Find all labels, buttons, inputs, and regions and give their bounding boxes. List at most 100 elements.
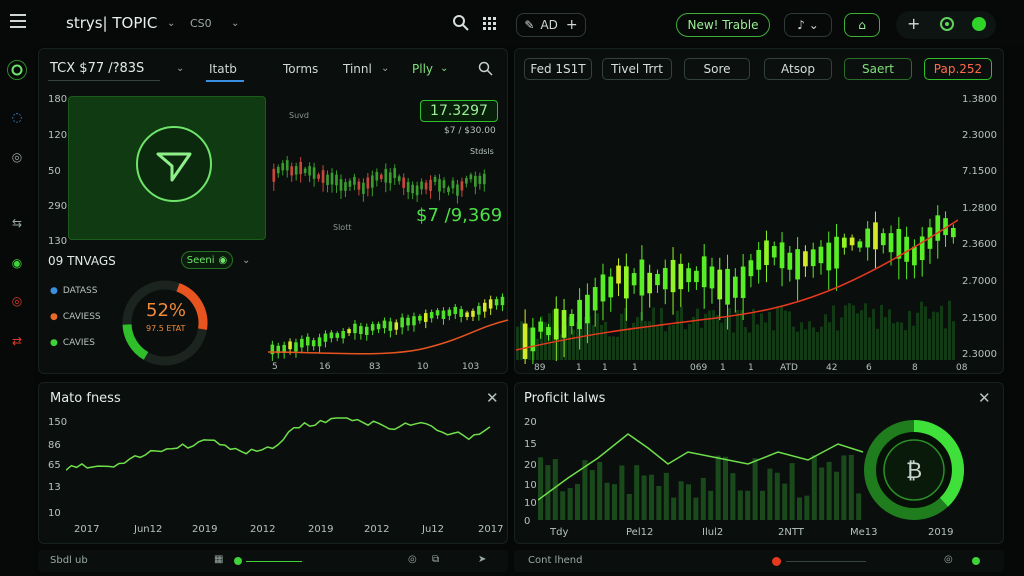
candle-body bbox=[326, 174, 329, 186]
candle-body bbox=[290, 166, 294, 176]
volume-bar bbox=[572, 329, 575, 360]
mini-price-badge[interactable]: 17.3297 bbox=[420, 100, 498, 122]
selector-label[interactable]: CS0 bbox=[190, 17, 212, 30]
x-axis-label: 2019 bbox=[928, 527, 954, 538]
arrow-icon[interactable]: ⇄ bbox=[8, 332, 26, 350]
candle-body bbox=[406, 317, 410, 326]
target-icon[interactable]: ◎ bbox=[8, 292, 26, 310]
volume-bar bbox=[928, 318, 931, 360]
tab-torms[interactable]: Torms bbox=[283, 62, 318, 76]
volume-bar bbox=[900, 322, 903, 360]
candle-body bbox=[429, 179, 432, 191]
candle-body bbox=[330, 172, 334, 185]
candle-body bbox=[841, 237, 847, 248]
chevron-down-icon[interactable]: ⌄ bbox=[231, 18, 239, 29]
candle-body bbox=[701, 256, 707, 288]
y-axis-label: 2.1500 bbox=[962, 313, 997, 324]
candle-body bbox=[686, 268, 691, 283]
volume-bar bbox=[676, 310, 679, 360]
candle-body bbox=[569, 313, 575, 326]
x-axis-label: 2019 bbox=[192, 524, 218, 535]
chevron-down-icon[interactable]: ⌄ bbox=[440, 63, 448, 74]
candle-body bbox=[317, 174, 320, 179]
profit-bar bbox=[848, 454, 854, 520]
filter-button-3[interactable]: Sore bbox=[684, 58, 750, 80]
filter-button-6[interactable]: Pap.252 bbox=[924, 58, 992, 80]
bitcoin-icon: ₿ bbox=[906, 459, 922, 484]
x-axis-label: 1 bbox=[748, 363, 754, 373]
home-icon: ⌂ bbox=[858, 18, 866, 32]
copy-icon[interactable]: ⧉ bbox=[432, 554, 439, 565]
trend-line-chart bbox=[66, 417, 491, 471]
volume-bar bbox=[824, 314, 827, 360]
online-dot bbox=[972, 557, 980, 565]
x-axis-label: ATD bbox=[780, 363, 798, 373]
profit-bar bbox=[686, 484, 691, 520]
record-icon[interactable]: ◎ bbox=[408, 554, 417, 565]
filter-button-5[interactable]: Saert bbox=[844, 58, 912, 80]
sync-icon[interactable]: ⇆ bbox=[8, 214, 26, 232]
plus-icon[interactable]: + bbox=[907, 14, 920, 33]
volume-bar bbox=[700, 327, 703, 360]
chevron-down-icon[interactable]: ⌄ bbox=[167, 18, 175, 29]
y-axis-label: 10 bbox=[524, 498, 537, 509]
tab-tinnl[interactable]: Tinnl bbox=[343, 62, 372, 76]
volume-bar bbox=[796, 331, 799, 360]
candle-body bbox=[394, 322, 399, 330]
y-axis-label: 7.1500 bbox=[962, 166, 997, 177]
legend-item: ● CAVIESS bbox=[50, 312, 101, 322]
profit-bar bbox=[589, 470, 595, 520]
tab-itatb[interactable]: Itatb bbox=[209, 62, 237, 76]
y-axis-label: 50 bbox=[48, 166, 61, 177]
profit-bar bbox=[619, 465, 625, 520]
tiles-select[interactable]: Seeni ◉ bbox=[181, 251, 233, 269]
percent-value: 52% bbox=[146, 300, 187, 321]
x-axis-label: 2019 bbox=[308, 524, 334, 535]
close-icon[interactable]: ✕ bbox=[486, 389, 499, 407]
x-axis-label: 6 bbox=[866, 363, 872, 373]
grid-icon[interactable] bbox=[482, 16, 496, 30]
candle-body bbox=[323, 333, 328, 342]
chart-icon[interactable]: ◉ bbox=[8, 254, 26, 272]
refresh-icon[interactable]: ◌ bbox=[8, 108, 26, 126]
close-icon[interactable]: ✕ bbox=[978, 389, 991, 407]
alert-button[interactable]: ♪ ⌄ bbox=[784, 13, 832, 37]
filter-button-1[interactable]: Fed 1S1T bbox=[524, 58, 592, 80]
edit-icon: ✎ bbox=[524, 18, 535, 32]
volume-bar bbox=[908, 310, 911, 360]
menu-icon[interactable] bbox=[10, 14, 26, 28]
gear-icon[interactable] bbox=[7, 60, 27, 80]
eye-icon[interactable]: ◎ bbox=[8, 148, 26, 166]
home-button[interactable]: ⌂ bbox=[844, 13, 880, 37]
filter-button-4[interactable]: Atsop bbox=[764, 58, 832, 80]
y-axis-label: 2.7000 bbox=[962, 276, 997, 287]
volume-bar bbox=[768, 311, 771, 360]
globe-icon[interactable]: ◎ bbox=[944, 554, 953, 565]
tab-plly[interactable]: Plly bbox=[412, 62, 433, 76]
candle-body bbox=[779, 242, 785, 269]
profit-bar bbox=[715, 455, 721, 520]
grid-icon[interactable]: ▦ bbox=[214, 554, 223, 565]
send-icon[interactable]: ➤ bbox=[478, 554, 486, 565]
settings-icon[interactable] bbox=[938, 15, 956, 33]
y-axis-label: 65 bbox=[48, 460, 61, 471]
profit-bar bbox=[700, 477, 706, 520]
dot-icon: ● bbox=[50, 312, 58, 322]
x-axis-label: 1 bbox=[602, 363, 608, 373]
chevron-down-icon[interactable]: ⌄ bbox=[176, 63, 184, 74]
chevron-down-icon[interactable]: ⌄ bbox=[381, 63, 389, 74]
candle-body bbox=[341, 330, 345, 339]
volume-bar bbox=[612, 336, 615, 360]
y-axis-label: 10 bbox=[524, 480, 537, 491]
add-button[interactable]: ✎ AD + bbox=[516, 13, 586, 37]
volume-bar bbox=[808, 321, 811, 360]
candle-body bbox=[460, 181, 464, 191]
chevron-down-icon[interactable]: ⌄ bbox=[242, 255, 250, 266]
ticker-label[interactable]: TCX $77 /?83S bbox=[50, 61, 144, 76]
candle-body bbox=[433, 176, 437, 182]
search-icon[interactable] bbox=[452, 14, 470, 32]
new-trable-button[interactable]: New! Trable bbox=[676, 13, 770, 37]
candle-body bbox=[288, 341, 292, 350]
search-icon[interactable] bbox=[478, 61, 493, 76]
filter-button-2[interactable]: Tivel Trrt bbox=[602, 58, 672, 80]
